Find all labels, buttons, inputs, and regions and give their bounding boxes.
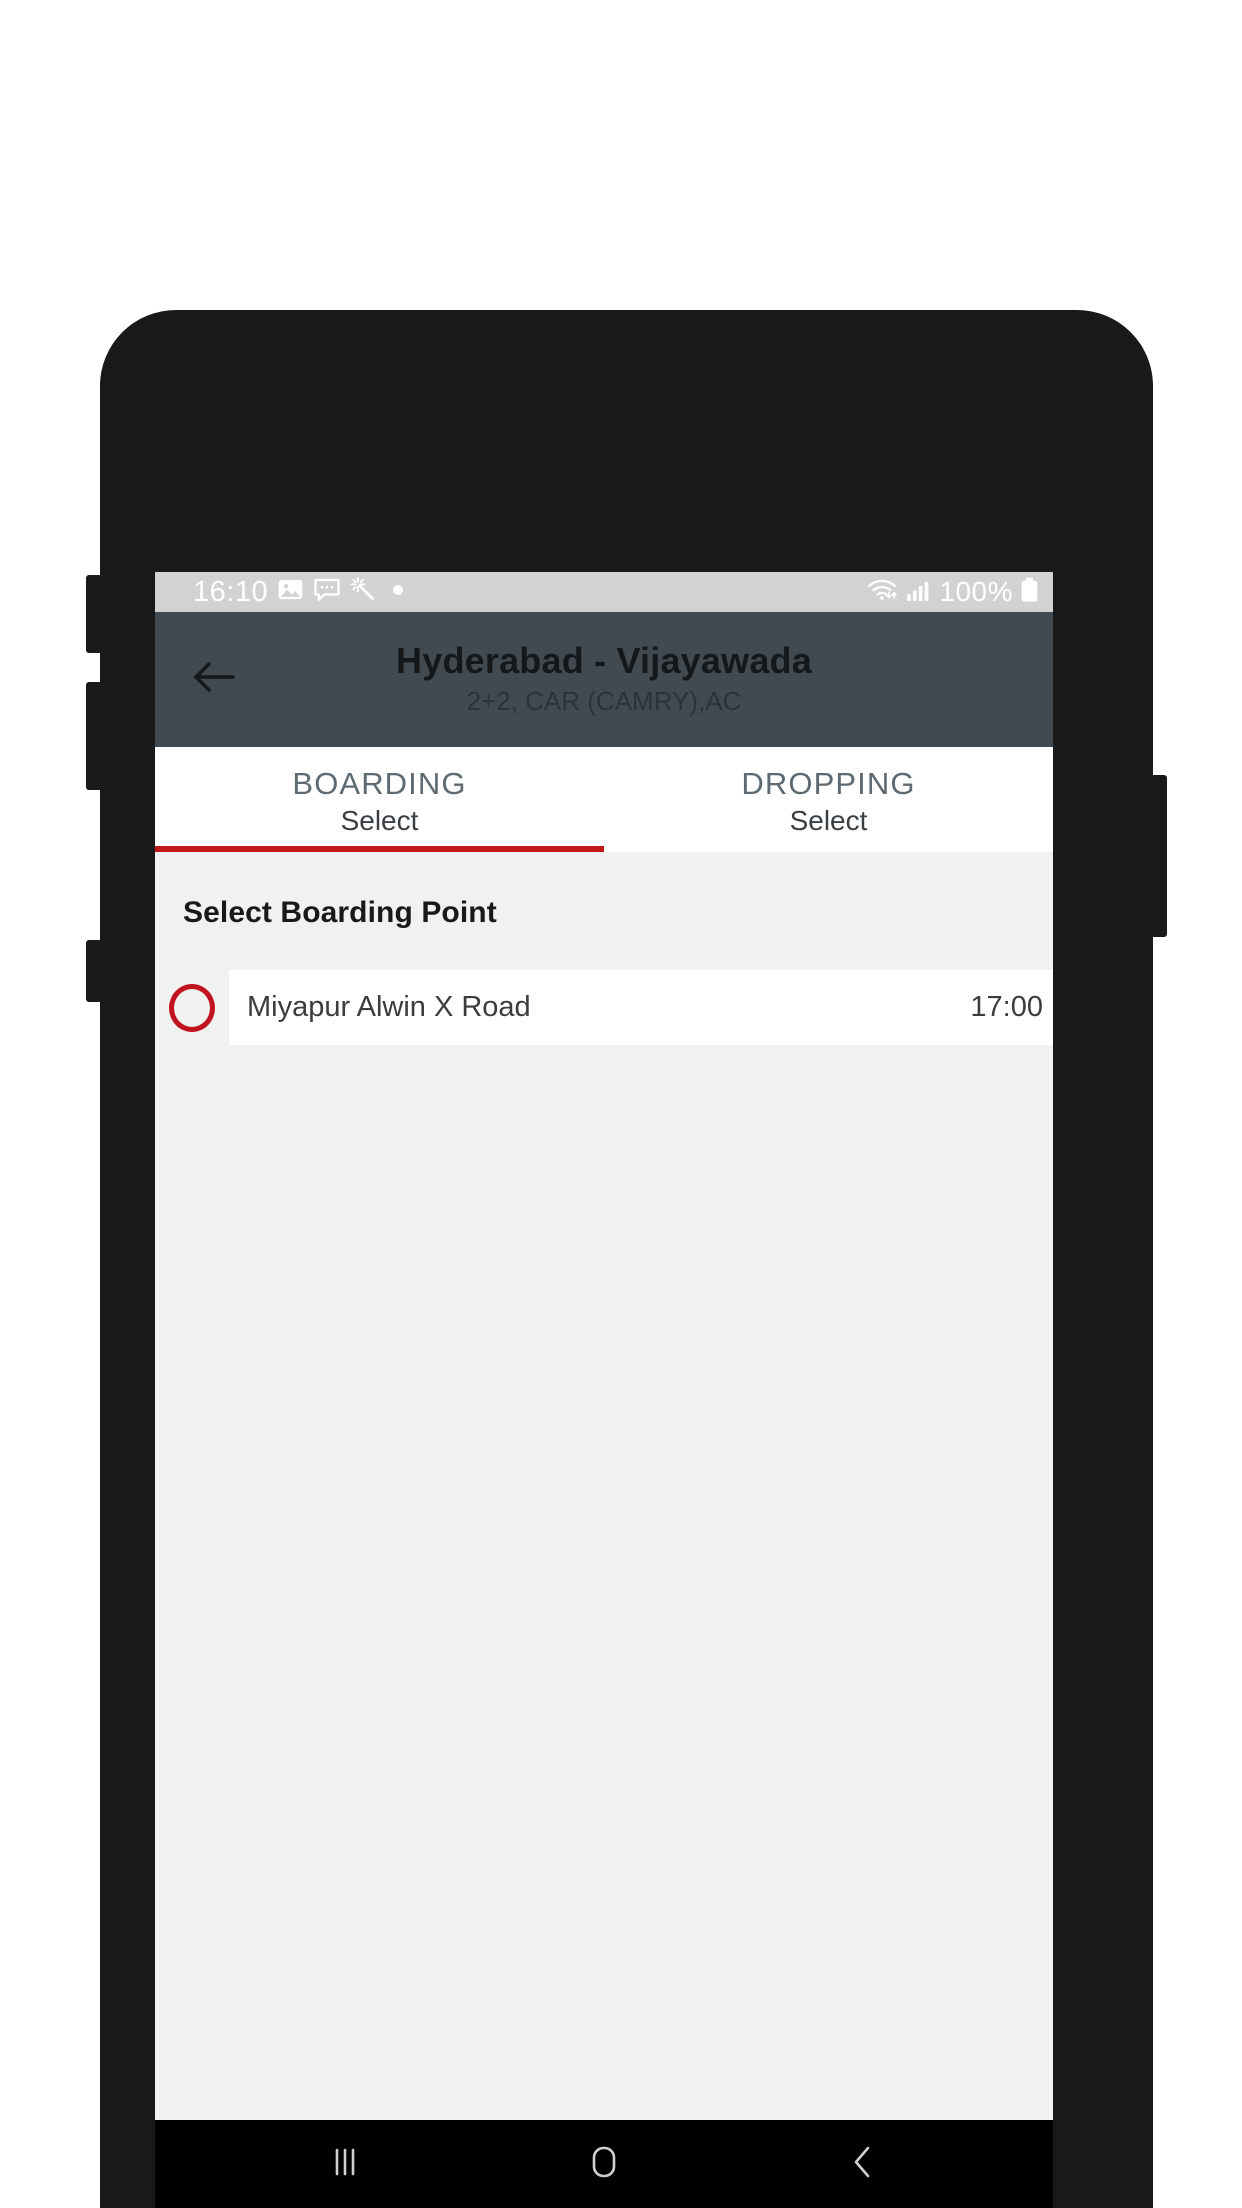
status-clock: 16:10 (193, 575, 269, 608)
screenshot-canvas: 16:10 100% Hyderabad - Vijayawada 2+2, C… (0, 0, 1242, 2208)
battery-percent-label: 100% (939, 576, 1013, 607)
magic-wand-icon (350, 576, 377, 608)
phone-screen: 16:10 100% Hyderabad - Vijayawada 2+2, C… (155, 572, 1053, 2208)
recents-button[interactable] (300, 2129, 390, 2199)
boarding-point-time: 17:00 (970, 991, 1043, 1023)
cellular-signal-icon (906, 577, 932, 608)
back-icon (843, 2139, 883, 2190)
recents-icon (325, 2141, 365, 2188)
boarding-point-name: Miyapur Alwin X Road (247, 991, 531, 1023)
volume-down-button[interactable] (86, 940, 102, 1002)
app-bar-titles: Hyderabad - Vijayawada 2+2, CAR (CAMRY),… (155, 640, 1053, 718)
message-icon (313, 576, 341, 608)
tab-bar: BOARDING Select DROPPING Select (155, 747, 1053, 852)
tab-inactive-indicator (604, 846, 1053, 852)
content-area: Select Boarding Point Miyapur Alwin X Ro… (155, 852, 1053, 2120)
status-bar-right: 100% (867, 576, 1039, 608)
silent-switch-button[interactable] (86, 575, 102, 653)
status-bar-left: 16:10 (193, 576, 867, 608)
tab-active-indicator (155, 846, 604, 852)
tab-boarding-title: BOARDING (292, 765, 467, 801)
back-nav-button[interactable] (818, 2129, 908, 2199)
radio-button[interactable] (169, 983, 215, 1032)
system-nav-bar (155, 2120, 1053, 2208)
tab-dropping[interactable]: DROPPING Select (604, 747, 1053, 852)
home-icon (582, 2139, 626, 2190)
tab-dropping-title: DROPPING (741, 765, 916, 801)
home-button[interactable] (559, 2129, 649, 2199)
volume-up-button[interactable] (86, 682, 102, 790)
section-heading: Select Boarding Point (183, 896, 497, 929)
power-button[interactable] (1151, 775, 1167, 937)
dot-icon (392, 583, 404, 601)
back-button[interactable] (183, 648, 247, 712)
app-bar: Hyderabad - Vijayawada 2+2, CAR (CAMRY),… (155, 612, 1053, 747)
status-bar: 16:10 100% (155, 572, 1053, 612)
tab-boarding-subtitle: Select (340, 805, 419, 837)
battery-full-icon (1020, 577, 1039, 608)
tab-boarding[interactable]: BOARDING Select (155, 747, 604, 852)
page-subtitle: 2+2, CAR (CAMRY),AC (466, 685, 742, 716)
wifi-icon (867, 576, 899, 608)
tab-dropping-subtitle: Select (789, 805, 868, 837)
boarding-point-card[interactable]: Miyapur Alwin X Road 17:00 (229, 970, 1053, 1045)
image-icon (277, 576, 304, 608)
arrow-left-icon (192, 657, 238, 702)
page-title: Hyderabad - Vijayawada (396, 640, 812, 682)
list-item[interactable]: Miyapur Alwin X Road 17:00 (155, 970, 1053, 1045)
